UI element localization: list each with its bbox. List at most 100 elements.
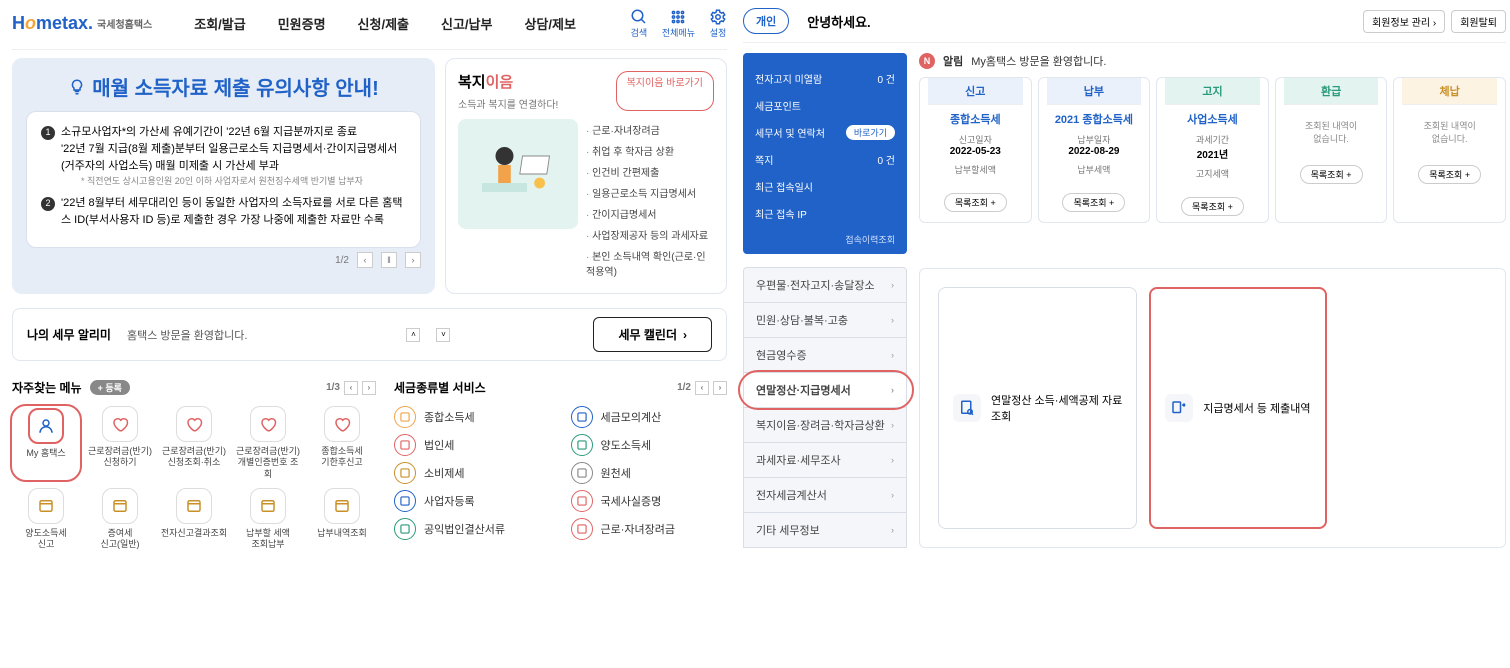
quick-item[interactable]: 양도소득세신고 bbox=[12, 488, 80, 551]
card-list-button[interactable]: 목록조회 + bbox=[1418, 165, 1481, 184]
category-item[interactable]: 소비제세 bbox=[394, 462, 551, 484]
list-item[interactable]: 간이지급명세서 bbox=[586, 203, 714, 224]
category-icon bbox=[571, 490, 593, 512]
card-list-button[interactable]: 목록조회 + bbox=[1062, 193, 1125, 212]
quick-item[interactable]: 납부할 세액조회납부 bbox=[234, 488, 302, 551]
card-list-button[interactable]: 목록조회 + bbox=[1181, 197, 1244, 216]
quick-item[interactable]: 근로장려금(반기)개별인증번호 조회 bbox=[234, 406, 302, 480]
blue-row: 전자고지 미열람0 건 bbox=[755, 65, 895, 92]
quick-head: 자주찾는 메뉴 + 등록 1/3‹› bbox=[12, 379, 376, 396]
category-item[interactable]: 근로·자녀장려금 bbox=[571, 518, 728, 540]
summary-card: 고지사업소득세과세기간2021년고지세액 목록조회 + bbox=[1156, 77, 1269, 223]
opt-year-end-view[interactable]: 연말정산 소득·세액공제 자료 조회 bbox=[938, 287, 1137, 529]
vmenu-item[interactable]: 전자세금계산서› bbox=[743, 477, 907, 513]
list-item[interactable]: 인건비 간편제출 bbox=[586, 161, 714, 182]
quick-icon bbox=[324, 488, 360, 524]
category-item[interactable]: 사업자등록 bbox=[394, 490, 551, 512]
vmenu-item[interactable]: 과세자료·세무조사› bbox=[743, 442, 907, 478]
quick-item[interactable]: 근로장려금(반기)신청하기 bbox=[86, 406, 154, 480]
card-head: 납부 bbox=[1047, 78, 1142, 105]
menu-search-issue[interactable]: 조회/발급 bbox=[194, 14, 245, 33]
list-item[interactable]: 근로·자녀장려금 bbox=[586, 119, 714, 140]
blue-row: 쪽지0 건 bbox=[755, 146, 895, 173]
summary-card: 납부2021 종합소득세납부일자2022-08-29납부세액 목록조회 + bbox=[1038, 77, 1151, 223]
quick-item[interactable]: My 홈택스 bbox=[12, 406, 80, 480]
member-manage-button[interactable]: 회원정보 관리 › bbox=[1363, 10, 1445, 33]
quick-icon bbox=[102, 406, 138, 442]
card-head: 고지 bbox=[1165, 78, 1260, 105]
tab-personal[interactable]: 개인 bbox=[743, 8, 789, 34]
vmenu-item[interactable]: 민원·상담·불복·고충› bbox=[743, 302, 907, 338]
quick-icon bbox=[28, 408, 64, 444]
category-item[interactable]: 종합소득세 bbox=[394, 406, 551, 428]
list-item[interactable]: 일용근로소득 지급명세서 bbox=[586, 182, 714, 203]
category-item[interactable]: 공익법인결산서류 bbox=[394, 518, 551, 540]
vmenu-item[interactable]: 기타 세무정보› bbox=[743, 512, 907, 548]
pager-count: 1/2 bbox=[335, 255, 349, 266]
card-list-button[interactable]: 목록조회 + bbox=[1300, 165, 1363, 184]
main-menu: 조회/발급 민원증명 신청/제출 신고/납부 상담/제보 bbox=[194, 14, 576, 33]
list-item[interactable]: 본인 소득내역 확인(근로·인적용역) bbox=[586, 245, 714, 281]
quick-item[interactable]: 납부내역조회 bbox=[308, 488, 376, 551]
quick-icon bbox=[176, 488, 212, 524]
alarm-msg: 홈택스 방문을 환영합니다. bbox=[127, 327, 248, 343]
quick-item[interactable]: 전자신고결과조회 bbox=[160, 488, 228, 551]
quick-icon bbox=[176, 406, 212, 442]
quick-icon bbox=[102, 488, 138, 524]
cat-next[interactable]: › bbox=[713, 381, 727, 395]
category-icon bbox=[571, 462, 593, 484]
pager-prev[interactable]: ‹ bbox=[357, 252, 373, 268]
member-leave-button[interactable]: 회원탈퇴 bbox=[1451, 10, 1506, 33]
quick-item[interactable]: 증여세신고(일반) bbox=[86, 488, 154, 551]
list-item[interactable]: 취업 후 학자금 상환 bbox=[586, 140, 714, 161]
menu-civil[interactable]: 민원증명 bbox=[278, 14, 326, 33]
vmenu-item[interactable]: 현금영수증› bbox=[743, 337, 907, 373]
pager-next[interactable]: › bbox=[405, 252, 421, 268]
vmenu-item[interactable]: 우편물·전자고지·송달장소› bbox=[743, 267, 907, 303]
alarm-down[interactable]: ˅ bbox=[436, 328, 450, 342]
quick-item[interactable]: 근로장려금(반기)신청조회·취소 bbox=[160, 406, 228, 480]
menu-consult[interactable]: 상담/제보 bbox=[524, 14, 575, 33]
settings-icon[interactable]: 설정 bbox=[709, 8, 727, 39]
pager-pause[interactable]: ‖ bbox=[381, 252, 397, 268]
alarm-up[interactable]: ˄ bbox=[406, 328, 420, 342]
quick-next[interactable]: › bbox=[362, 381, 376, 395]
category-icon bbox=[394, 434, 416, 456]
allmenu-icon[interactable]: 전체메뉴 bbox=[662, 8, 695, 39]
cat-prev[interactable]: ‹ bbox=[695, 381, 709, 395]
add-menu-button[interactable]: + 등록 bbox=[90, 380, 130, 395]
search-icon[interactable]: 검색 bbox=[630, 8, 648, 39]
right-top-bar: 개인 안녕하세요. 회원정보 관리 › 회원탈퇴 bbox=[743, 0, 1506, 43]
welfare-list: 근로·자녀장려금 취업 후 학자금 상환 인건비 간편제출 일용근로소득 지급명… bbox=[586, 119, 714, 281]
quick-prev[interactable]: ‹ bbox=[344, 381, 358, 395]
welfare-illustration bbox=[458, 119, 578, 229]
quick-icon bbox=[250, 406, 286, 442]
category-icon bbox=[394, 406, 416, 428]
vertical-menu: 우편물·전자고지·송달장소›민원·상담·불복·고충›현금영수증›연말정산·지급명… bbox=[743, 268, 907, 548]
menu-report-pay[interactable]: 신고/납부 bbox=[441, 14, 492, 33]
category-item[interactable]: 국세사실증명 bbox=[571, 490, 728, 512]
list-item[interactable]: 사업장제공자 등의 과세자료 bbox=[586, 224, 714, 245]
bell-icon: N bbox=[919, 53, 935, 69]
shortcut-button[interactable]: 바로가기 bbox=[846, 125, 895, 140]
category-item[interactable]: 세금모의계산 bbox=[571, 406, 728, 428]
menu-apply[interactable]: 신청/제출 bbox=[358, 14, 409, 33]
tax-calendar-button[interactable]: 세무 캘린더 › bbox=[593, 317, 712, 352]
welfare-link[interactable]: 복지이음 바로가기 bbox=[616, 71, 714, 111]
category-icon bbox=[394, 462, 416, 484]
category-item[interactable]: 법인세 bbox=[394, 434, 551, 456]
logo[interactable]: Hometax. 국세청홈택스 bbox=[12, 13, 152, 34]
vmenu-item[interactable]: 복지이음·장려금·학자금상환› bbox=[743, 407, 907, 443]
quick-icon bbox=[324, 406, 360, 442]
quick-title: 자주찾는 메뉴 bbox=[12, 379, 82, 396]
notice-label: 알림 bbox=[943, 53, 963, 69]
category-item[interactable]: 양도소득세 bbox=[571, 434, 728, 456]
category-item[interactable]: 원천세 bbox=[571, 462, 728, 484]
opt-payment-submit[interactable]: 지급명세서 등 제출내역 bbox=[1149, 287, 1326, 529]
quick-item[interactable]: 종합소득세기한후신고 bbox=[308, 406, 376, 480]
vmenu-item[interactable]: 연말정산·지급명세서› bbox=[743, 372, 907, 408]
quick-icon bbox=[28, 488, 64, 524]
category-icon bbox=[571, 434, 593, 456]
card-list-button[interactable]: 목록조회 + bbox=[944, 193, 1007, 212]
access-history-link[interactable]: 접속이력조회 bbox=[845, 235, 895, 245]
